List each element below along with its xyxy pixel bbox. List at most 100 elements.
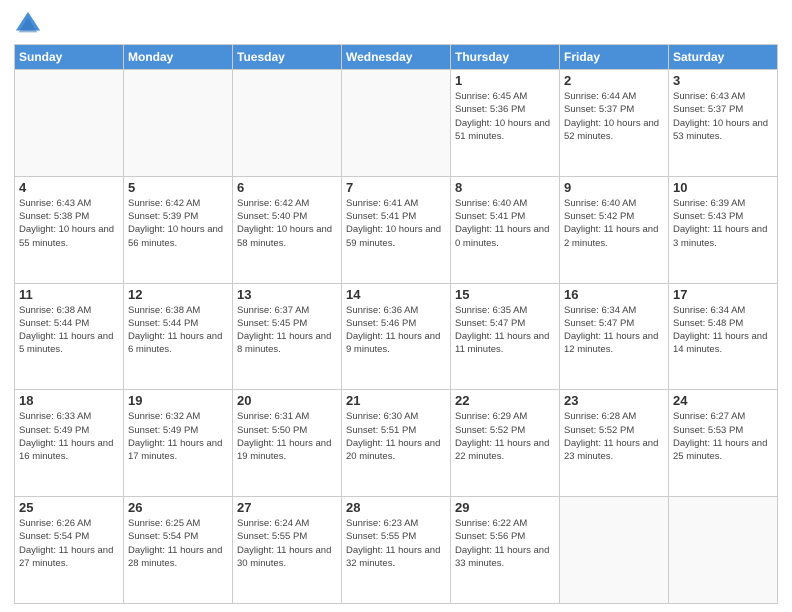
calendar-cell: 27 Sunrise: 6:24 AM Sunset: 5:55 PM Dayli… xyxy=(233,497,342,604)
weekday-header-row: SundayMondayTuesdayWednesdayThursdayFrid… xyxy=(15,45,778,70)
calendar-cell: 6 Sunrise: 6:42 AM Sunset: 5:40 PM Daylig… xyxy=(233,176,342,283)
calendar-cell: 8 Sunrise: 6:40 AM Sunset: 5:41 PM Daylig… xyxy=(451,176,560,283)
day-info: Sunrise: 6:41 AM Sunset: 5:41 PM Dayligh… xyxy=(346,197,446,250)
calendar-cell: 29 Sunrise: 6:22 AM Sunset: 5:56 PM Dayli… xyxy=(451,497,560,604)
day-number: 22 xyxy=(455,393,555,408)
day-number: 23 xyxy=(564,393,664,408)
calendar-cell: 14Sunrise: 6:36 AM Sunset: 5:46 PM Dayli… xyxy=(342,283,451,390)
day-info: Sunrise: 6:43 AM Sunset: 5:37 PM Dayligh… xyxy=(673,90,773,143)
calendar-cell: 9 Sunrise: 6:40 AM Sunset: 5:42 PM Daylig… xyxy=(560,176,669,283)
day-info: Sunrise: 6:26 AM Sunset: 5:54 PM Dayligh… xyxy=(19,517,119,570)
day-number: 4 xyxy=(19,180,119,195)
day-number: 24 xyxy=(673,393,773,408)
calendar-cell xyxy=(560,497,669,604)
calendar-cell: 26 Sunrise: 6:25 AM Sunset: 5:54 PM Dayli… xyxy=(124,497,233,604)
calendar-cell: 7 Sunrise: 6:41 AM Sunset: 5:41 PM Daylig… xyxy=(342,176,451,283)
day-number: 28 xyxy=(346,500,446,515)
day-number: 9 xyxy=(564,180,664,195)
day-info: Sunrise: 6:38 AM Sunset: 5:44 PM Dayligh… xyxy=(128,304,228,357)
day-number: 6 xyxy=(237,180,337,195)
weekday-header-tuesday: Tuesday xyxy=(233,45,342,70)
calendar-cell: 21 Sunrise: 6:30 AM Sunset: 5:51 PM Dayli… xyxy=(342,390,451,497)
calendar-cell: 25Sunrise: 6:26 AM Sunset: 5:54 PM Dayli… xyxy=(15,497,124,604)
day-number: 17 xyxy=(673,287,773,302)
day-info: Sunrise: 6:36 AM Sunset: 5:46 PM Dayligh… xyxy=(346,304,446,357)
calendar-week-0: 1 Sunrise: 6:45 AM Sunset: 5:36 PM Daylig… xyxy=(15,70,778,177)
calendar-cell: 2 Sunrise: 6:44 AM Sunset: 5:37 PM Daylig… xyxy=(560,70,669,177)
calendar-cell xyxy=(342,70,451,177)
page: SundayMondayTuesdayWednesdayThursdayFrid… xyxy=(0,0,792,612)
day-info: Sunrise: 6:24 AM Sunset: 5:55 PM Dayligh… xyxy=(237,517,337,570)
day-number: 5 xyxy=(128,180,228,195)
day-info: Sunrise: 6:22 AM Sunset: 5:56 PM Dayligh… xyxy=(455,517,555,570)
day-info: Sunrise: 6:32 AM Sunset: 5:49 PM Dayligh… xyxy=(128,410,228,463)
day-info: Sunrise: 6:44 AM Sunset: 5:37 PM Dayligh… xyxy=(564,90,664,143)
day-info: Sunrise: 6:34 AM Sunset: 5:47 PM Dayligh… xyxy=(564,304,664,357)
calendar-cell: 16 Sunrise: 6:34 AM Sunset: 5:47 PM Dayli… xyxy=(560,283,669,390)
calendar-cell: 11Sunrise: 6:38 AM Sunset: 5:44 PM Dayli… xyxy=(15,283,124,390)
day-info: Sunrise: 6:27 AM Sunset: 5:53 PM Dayligh… xyxy=(673,410,773,463)
day-number: 8 xyxy=(455,180,555,195)
calendar-cell: 10Sunrise: 6:39 AM Sunset: 5:43 PM Dayli… xyxy=(669,176,778,283)
day-number: 26 xyxy=(128,500,228,515)
weekday-header-friday: Friday xyxy=(560,45,669,70)
calendar-week-3: 18Sunrise: 6:33 AM Sunset: 5:49 PM Dayli… xyxy=(15,390,778,497)
weekday-header-saturday: Saturday xyxy=(669,45,778,70)
day-number: 16 xyxy=(564,287,664,302)
calendar-week-4: 25Sunrise: 6:26 AM Sunset: 5:54 PM Dayli… xyxy=(15,497,778,604)
day-info: Sunrise: 6:45 AM Sunset: 5:36 PM Dayligh… xyxy=(455,90,555,143)
day-number: 15 xyxy=(455,287,555,302)
day-info: Sunrise: 6:34 AM Sunset: 5:48 PM Dayligh… xyxy=(673,304,773,357)
day-number: 19 xyxy=(128,393,228,408)
day-info: Sunrise: 6:40 AM Sunset: 5:41 PM Dayligh… xyxy=(455,197,555,250)
day-info: Sunrise: 6:31 AM Sunset: 5:50 PM Dayligh… xyxy=(237,410,337,463)
calendar-cell: 17 Sunrise: 6:34 AM Sunset: 5:48 PM Dayli… xyxy=(669,283,778,390)
calendar-cell: 1 Sunrise: 6:45 AM Sunset: 5:36 PM Daylig… xyxy=(451,70,560,177)
calendar-cell: 19 Sunrise: 6:32 AM Sunset: 5:49 PM Dayli… xyxy=(124,390,233,497)
day-number: 29 xyxy=(455,500,555,515)
day-number: 21 xyxy=(346,393,446,408)
day-info: Sunrise: 6:30 AM Sunset: 5:51 PM Dayligh… xyxy=(346,410,446,463)
weekday-header-monday: Monday xyxy=(124,45,233,70)
day-number: 13 xyxy=(237,287,337,302)
day-number: 2 xyxy=(564,73,664,88)
logo-icon xyxy=(14,10,42,38)
logo xyxy=(14,10,46,38)
calendar-cell xyxy=(15,70,124,177)
calendar-table: SundayMondayTuesdayWednesdayThursdayFrid… xyxy=(14,44,778,604)
day-number: 20 xyxy=(237,393,337,408)
calendar-cell: 23Sunrise: 6:28 AM Sunset: 5:52 PM Dayli… xyxy=(560,390,669,497)
calendar-cell: 4 Sunrise: 6:43 AM Sunset: 5:38 PM Daylig… xyxy=(15,176,124,283)
calendar-week-1: 4 Sunrise: 6:43 AM Sunset: 5:38 PM Daylig… xyxy=(15,176,778,283)
day-info: Sunrise: 6:29 AM Sunset: 5:52 PM Dayligh… xyxy=(455,410,555,463)
weekday-header-sunday: Sunday xyxy=(15,45,124,70)
day-number: 1 xyxy=(455,73,555,88)
day-info: Sunrise: 6:23 AM Sunset: 5:55 PM Dayligh… xyxy=(346,517,446,570)
day-number: 10 xyxy=(673,180,773,195)
day-number: 7 xyxy=(346,180,446,195)
calendar-cell: 20 Sunrise: 6:31 AM Sunset: 5:50 PM Dayli… xyxy=(233,390,342,497)
calendar-cell: 12 Sunrise: 6:38 AM Sunset: 5:44 PM Dayli… xyxy=(124,283,233,390)
calendar-cell: 24 Sunrise: 6:27 AM Sunset: 5:53 PM Dayli… xyxy=(669,390,778,497)
day-info: Sunrise: 6:43 AM Sunset: 5:38 PM Dayligh… xyxy=(19,197,119,250)
day-info: Sunrise: 6:35 AM Sunset: 5:47 PM Dayligh… xyxy=(455,304,555,357)
day-number: 27 xyxy=(237,500,337,515)
day-info: Sunrise: 6:40 AM Sunset: 5:42 PM Dayligh… xyxy=(564,197,664,250)
calendar-cell: 15 Sunrise: 6:35 AM Sunset: 5:47 PM Dayli… xyxy=(451,283,560,390)
calendar-cell: 3 Sunrise: 6:43 AM Sunset: 5:37 PM Daylig… xyxy=(669,70,778,177)
day-number: 12 xyxy=(128,287,228,302)
day-info: Sunrise: 6:25 AM Sunset: 5:54 PM Dayligh… xyxy=(128,517,228,570)
calendar-cell xyxy=(669,497,778,604)
calendar-cell: 18Sunrise: 6:33 AM Sunset: 5:49 PM Dayli… xyxy=(15,390,124,497)
weekday-header-thursday: Thursday xyxy=(451,45,560,70)
day-number: 3 xyxy=(673,73,773,88)
day-info: Sunrise: 6:42 AM Sunset: 5:40 PM Dayligh… xyxy=(237,197,337,250)
calendar-cell xyxy=(124,70,233,177)
calendar-cell: 13Sunrise: 6:37 AM Sunset: 5:45 PM Dayli… xyxy=(233,283,342,390)
calendar-cell: 5Sunrise: 6:42 AM Sunset: 5:39 PM Daylig… xyxy=(124,176,233,283)
day-info: Sunrise: 6:33 AM Sunset: 5:49 PM Dayligh… xyxy=(19,410,119,463)
calendar-cell xyxy=(233,70,342,177)
calendar-cell: 28 Sunrise: 6:23 AM Sunset: 5:55 PM Dayli… xyxy=(342,497,451,604)
day-number: 11 xyxy=(19,287,119,302)
weekday-header-wednesday: Wednesday xyxy=(342,45,451,70)
